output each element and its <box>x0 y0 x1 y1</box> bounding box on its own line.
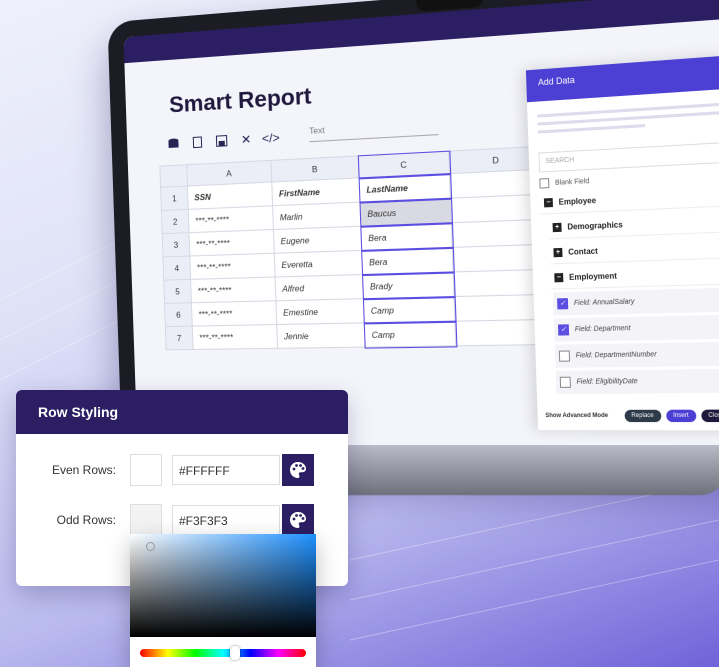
report-toolbar: ✕ </> <box>166 124 278 157</box>
tree-item-label: Demographics <box>567 220 623 231</box>
table-cell[interactable]: Eugene <box>273 226 361 253</box>
table-cell[interactable]: Baucus <box>360 198 451 226</box>
field-checkbox[interactable] <box>560 377 571 388</box>
collapse-icon[interactable]: − <box>554 273 563 282</box>
close-icon[interactable]: ✕ <box>239 132 254 147</box>
table-cell[interactable]: Emestine <box>276 299 364 325</box>
palette-icon[interactable] <box>282 454 314 486</box>
insert-button[interactable]: Insert <box>666 410 696 422</box>
close-button[interactable]: Close <box>701 410 719 423</box>
add-data-panel: Add Data SEARCH Blank Field − Employee +… <box>526 56 719 431</box>
row-number[interactable]: 3 <box>162 233 190 257</box>
color-picker-handle[interactable] <box>146 542 155 551</box>
row-number[interactable]: 4 <box>163 256 191 280</box>
hue-slider[interactable] <box>140 649 306 657</box>
row-styling-title: Row Styling <box>16 390 348 434</box>
blank-field-checkbox[interactable] <box>539 178 549 188</box>
table-cell[interactable]: Bera <box>362 247 453 274</box>
row-number[interactable]: 2 <box>161 209 189 233</box>
tree-item-label: Employee <box>559 196 597 207</box>
odd-rows-hex-input[interactable]: #F3F3F3 <box>172 505 280 535</box>
advanced-mode-link[interactable]: Show Advanced Mode <box>545 413 619 419</box>
table-cell[interactable]: Marlin <box>273 202 361 229</box>
table-cell[interactable]: ***-**-**** <box>188 206 273 233</box>
tree-item-employee[interactable]: − Employee <box>540 184 719 215</box>
corner-cell[interactable] <box>160 165 188 188</box>
table-cell[interactable]: Everetta <box>274 250 362 277</box>
odd-rows-row: Odd Rows: #F3F3F3 <box>16 504 314 536</box>
field-item-annual-salary[interactable]: ✓ Field: AnnualSalary <box>553 288 719 316</box>
code-icon[interactable]: </> <box>263 131 278 146</box>
tree-item-employment[interactable]: − Employment <box>550 262 719 290</box>
even-rows-swatch[interactable] <box>130 454 162 486</box>
row-number[interactable]: 5 <box>164 279 192 303</box>
expand-icon[interactable]: + <box>553 223 562 232</box>
text-format-input[interactable]: Text <box>309 119 439 142</box>
database-icon[interactable] <box>166 136 180 151</box>
page-title: Smart Report <box>169 83 312 119</box>
table-cell[interactable]: ***-**-**** <box>192 325 277 350</box>
field-label: Field: DepartmentNumber <box>576 351 657 359</box>
field-item-department-number[interactable]: Field: DepartmentNumber <box>555 342 719 368</box>
table-cell[interactable]: ***-**-**** <box>191 277 276 303</box>
field-label: Field: AnnualSalary <box>574 298 635 307</box>
tree-item-demographics[interactable]: + Demographics <box>548 210 719 239</box>
table-cell[interactable]: Brady <box>363 272 454 299</box>
laptop-base <box>321 445 719 495</box>
table-cell[interactable]: ***-**-**** <box>191 301 276 326</box>
even-rows-label: Even Rows: <box>16 463 130 477</box>
table-cell[interactable]: Camp <box>363 297 454 323</box>
tree-item-contact[interactable]: + Contact <box>549 236 719 265</box>
even-rows-hex-input[interactable]: #FFFFFF <box>172 455 280 485</box>
row-number[interactable]: 7 <box>165 326 193 350</box>
save-icon[interactable] <box>214 133 229 148</box>
field-item-department[interactable]: ✓ Field: Department <box>554 315 719 342</box>
odd-rows-label: Odd Rows: <box>16 513 130 527</box>
table-cell[interactable]: ***-**-**** <box>189 229 274 256</box>
table-cell[interactable]: SSN <box>187 182 272 209</box>
table-cell[interactable]: Bera <box>361 223 452 251</box>
hue-slider-handle[interactable] <box>230 646 240 660</box>
collapse-icon[interactable]: − <box>544 198 553 207</box>
field-item-eligibility-date[interactable]: Field: EligibilityDate <box>556 369 719 394</box>
field-checkbox[interactable]: ✓ <box>558 324 569 335</box>
panel-search-input[interactable]: SEARCH <box>538 142 719 172</box>
field-label: Field: EligibilityDate <box>577 378 638 386</box>
expand-icon[interactable]: + <box>553 248 562 257</box>
blank-field-label: Blank Field <box>555 178 589 187</box>
palette-icon[interactable] <box>282 504 314 536</box>
field-checkbox[interactable]: ✓ <box>557 298 568 309</box>
tree-item-label: Contact <box>568 247 598 257</box>
table-cell[interactable]: Camp <box>364 321 456 347</box>
even-rows-row: Even Rows: #FFFFFF <box>16 454 314 486</box>
row-number[interactable]: 1 <box>161 186 189 210</box>
saturation-value-area[interactable] <box>130 534 316 637</box>
panel-footer: Show Advanced Mode Replace Insert Close <box>537 410 719 423</box>
table-cell[interactable]: Jennie <box>277 323 365 348</box>
replace-button[interactable]: Replace <box>624 410 661 422</box>
field-label: Field: Department <box>575 325 631 333</box>
table-cell[interactable]: ***-**-**** <box>190 253 275 279</box>
table-cell[interactable]: Alfred <box>275 275 363 301</box>
row-number[interactable]: 6 <box>165 303 193 327</box>
page-icon[interactable] <box>190 135 205 150</box>
field-checkbox[interactable] <box>559 350 570 361</box>
color-picker <box>130 534 316 667</box>
tree-item-label: Employment <box>569 271 617 282</box>
odd-rows-swatch[interactable] <box>130 504 162 536</box>
